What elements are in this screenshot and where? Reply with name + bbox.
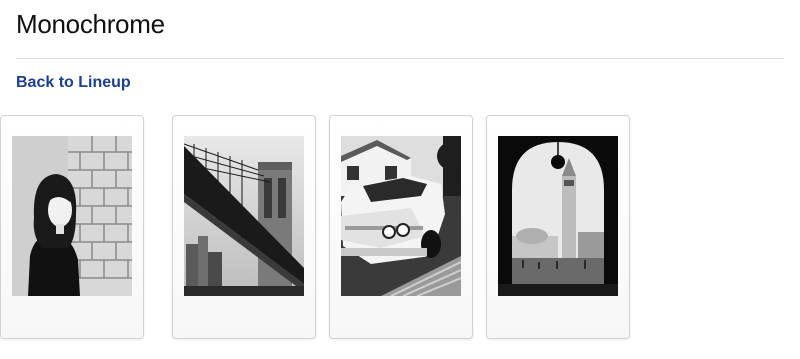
- woman-brick-wall-photo: [12, 136, 132, 296]
- page-title: Monochrome: [16, 9, 165, 39]
- page: Monochrome Back to Lineup: [0, 0, 800, 359]
- photo-card-vintage-car[interactable]: [329, 115, 473, 339]
- photo-card-bridge[interactable]: [172, 115, 316, 339]
- vintage-car-photo: [341, 136, 461, 296]
- back-to-lineup-link[interactable]: Back to Lineup: [16, 74, 131, 92]
- divider: [16, 58, 784, 59]
- archway-plaza-photo: [498, 136, 618, 296]
- photo-card-woman-brick-wall[interactable]: [0, 115, 144, 339]
- bridge-photo: [184, 136, 304, 296]
- photo-card-archway-plaza[interactable]: [486, 115, 630, 339]
